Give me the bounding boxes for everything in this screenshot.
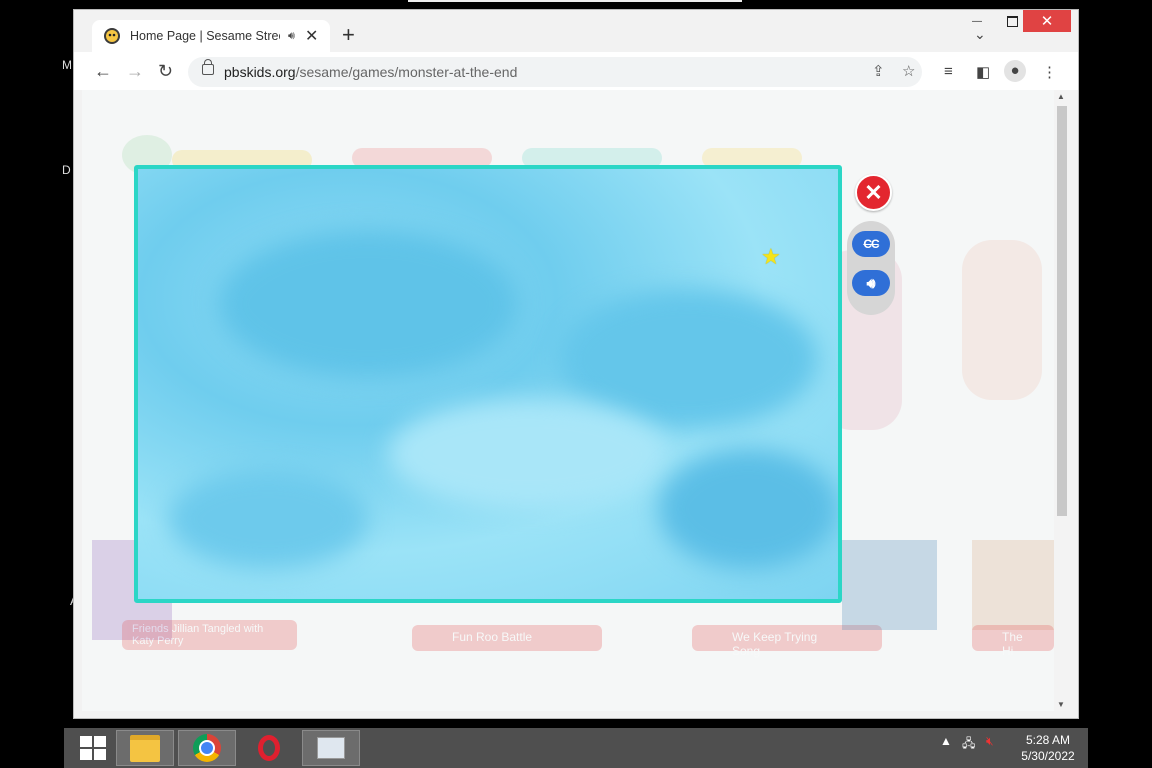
- bookmark-star-icon[interactable]: ☆: [902, 62, 915, 80]
- taskbar-chrome[interactable]: [178, 730, 236, 766]
- scroll-up-icon[interactable]: ▲: [1057, 92, 1065, 101]
- star-icon[interactable]: ★: [761, 244, 781, 270]
- card-label: Fun Roo Battle: [412, 625, 602, 651]
- lock-icon[interactable]: [202, 59, 214, 75]
- chrome-icon: [193, 734, 221, 762]
- card-label: The Hi: [972, 625, 1054, 658]
- monitor-chart-icon: [317, 737, 345, 759]
- tab-title: Home Page | Sesame Street |: [130, 29, 280, 43]
- taskbar-opera[interactable]: [240, 730, 298, 766]
- close-window-button[interactable]: ✕: [1023, 10, 1071, 32]
- start-button[interactable]: [64, 730, 122, 766]
- tab-sesame-street[interactable]: Home Page | Sesame Street | 🔊︎ ✕: [92, 20, 330, 52]
- background-window-edge: [408, 0, 742, 2]
- scrollbar-thumb[interactable]: [1057, 106, 1067, 516]
- url-text[interactable]: pbskids.org/sesame/games/monster-at-the-…: [224, 64, 517, 80]
- windows-logo-icon: [80, 736, 106, 760]
- watercolor-blob: [168, 469, 368, 569]
- minimize-button[interactable]: —: [962, 10, 992, 32]
- share-icon[interactable]: ⇪: [872, 62, 885, 80]
- watercolor-blob: [388, 399, 668, 509]
- volume-muted-icon[interactable]: 🔇︎: [986, 734, 994, 749]
- closed-captions-button[interactable]: CC: [852, 231, 890, 257]
- address-bar[interactable]: pbskids.org/sesame/games/monster-at-the-…: [188, 57, 922, 87]
- browser-toolbar: ← → ↻ pbskids.org/sesame/games/monster-a…: [74, 52, 1078, 90]
- card-thumbnail: [972, 540, 1054, 630]
- watercolor-blob: [658, 449, 838, 569]
- media-control-icon[interactable]: ≡: [944, 63, 953, 80]
- card-label: Friends Jillian Tangled with Katy Perry: [122, 620, 297, 650]
- scroll-down-icon[interactable]: ▼: [1057, 700, 1065, 709]
- clock-date: 5/30/2022: [1021, 749, 1075, 763]
- taskbar-file-explorer[interactable]: [116, 730, 174, 766]
- forward-arrow-icon[interactable]: →: [126, 61, 144, 82]
- desktop-icon-label: D: [62, 163, 71, 177]
- new-tab-button[interactable]: +: [342, 24, 355, 46]
- clock-time: 5:28 AM: [1025, 733, 1071, 747]
- speaker-icon[interactable]: 🔊︎: [288, 30, 295, 43]
- game-controls-panel: CC 🔊︎: [847, 221, 895, 315]
- show-hidden-icons-icon[interactable]: ▲: [940, 734, 952, 748]
- taskbar: ▲ 🖧 🔇︎ 5:28 AM 5/30/2022: [64, 728, 1088, 768]
- side-panel-icon[interactable]: ◧: [976, 63, 990, 81]
- speaker-icon: 🔊︎: [866, 274, 876, 291]
- taskbar-clock[interactable]: 5:28 AM 5/30/2022: [1016, 732, 1080, 764]
- reload-icon[interactable]: ↻: [158, 61, 173, 82]
- tab-close-icon[interactable]: ✕: [305, 26, 318, 46]
- network-icon[interactable]: 🖧: [962, 734, 975, 755]
- profile-avatar-icon[interactable]: ●: [1004, 60, 1026, 82]
- opera-icon: [258, 735, 280, 761]
- page-scrollbar[interactable]: ▲ ▼: [1054, 90, 1070, 711]
- pbs-kids-favicon-icon: [104, 28, 120, 44]
- close-game-button[interactable]: ✕: [855, 174, 892, 211]
- title-bar: Home Page | Sesame Street | 🔊︎ ✕ + ⌄ — ✕: [74, 10, 1078, 52]
- watercolor-blob: [218, 229, 518, 379]
- character-illustration: [962, 240, 1042, 400]
- volume-button[interactable]: 🔊︎: [852, 270, 890, 296]
- card-thumbnail: [842, 540, 937, 630]
- menu-kebab-icon[interactable]: ⋮: [1042, 63, 1057, 81]
- game-canvas[interactable]: [134, 165, 842, 603]
- folder-icon: [130, 734, 160, 762]
- desktop-icon-label: M: [62, 58, 72, 72]
- back-arrow-icon[interactable]: ←: [94, 61, 112, 82]
- taskbar-task-manager[interactable]: [302, 730, 360, 766]
- cc-icon: CC: [863, 237, 879, 251]
